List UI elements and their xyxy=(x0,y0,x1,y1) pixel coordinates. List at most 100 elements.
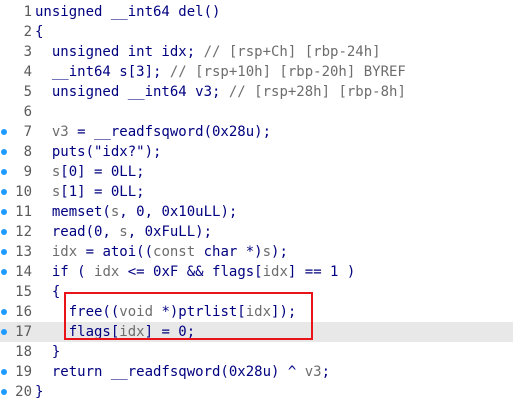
line-number: 4 xyxy=(23,64,32,80)
code-token: { xyxy=(35,24,44,40)
code-text: __int64 s[3]; // [rsp+10h] [rbp-20h] BYR… xyxy=(35,62,406,82)
code-token: ); xyxy=(271,244,288,260)
breakpoint-dot-icon[interactable] xyxy=(1,129,7,135)
code-lines: 1 unsigned __int64 del() 2{3 unsigned int … xyxy=(0,2,513,402)
code-line[interactable]: 20} xyxy=(0,382,513,402)
breakpoint-dot-icon[interactable] xyxy=(1,249,7,255)
identifier-token: v3 xyxy=(304,364,322,380)
code-token: <= 0xF && flags[ xyxy=(119,264,263,280)
code-text: unsigned int idx; // [rsp+Ch] [rbp-24h] xyxy=(35,42,381,62)
code-line[interactable]: 6 xyxy=(0,102,513,122)
code-token: [1] = 0LL; xyxy=(60,184,145,200)
breakpoint-dot-icon[interactable] xyxy=(1,309,7,315)
code-token: char *) xyxy=(195,244,263,260)
identifier-token: idx xyxy=(94,264,120,280)
code-line[interactable]: 19 return __readfsqword(0x28u) ^ v3; xyxy=(0,362,513,382)
breakpoint-dot-icon[interactable] xyxy=(1,389,7,395)
code-text: v3 = __readfsqword(0x28u); xyxy=(35,122,271,142)
code-token: read(0, xyxy=(35,224,120,240)
identifier-token: s xyxy=(119,224,128,240)
code-token: , 0xFuLL); xyxy=(127,224,213,240)
code-line[interactable]: 18 } xyxy=(0,342,513,362)
code-text: { xyxy=(35,282,60,302)
code-line[interactable]: 4 __int64 s[3]; // [rsp+10h] [rbp-20h] B… xyxy=(0,62,513,82)
code-line[interactable]: 1 unsigned __int64 del() xyxy=(0,2,513,22)
code-text: { xyxy=(35,22,43,42)
identifier-token: // [rsp+Ch] [rbp-24h] xyxy=(203,44,381,60)
code-token: , 0, 0x10uLL); xyxy=(119,204,238,220)
code-line[interactable]: 9 s[0] = 0LL; xyxy=(0,162,513,182)
line-number: 10 xyxy=(15,184,32,200)
code-token: if ( xyxy=(35,264,95,280)
code-token: = __readfsqword(0x28u); xyxy=(68,124,272,140)
code-text: puts("idx?"); xyxy=(35,142,162,162)
code-token: { xyxy=(35,284,61,300)
line-number: 20 xyxy=(15,384,32,400)
breakpoint-dot-icon[interactable] xyxy=(1,149,7,155)
breakpoint-dot-icon[interactable] xyxy=(1,229,7,235)
code-token: ; xyxy=(321,364,331,380)
highlight-box xyxy=(64,292,313,340)
line-number: 15 xyxy=(15,284,32,300)
code-token: = atoi(( xyxy=(77,244,154,260)
line-number: 19 xyxy=(15,364,32,380)
code-line[interactable]: 7 v3 = __readfsqword(0x28u); xyxy=(0,122,513,142)
code-line[interactable]: 14 if ( idx <= 0xF && flags[idx] == 1 ) xyxy=(0,262,513,282)
code-text: unsigned __int64 del() xyxy=(35,2,220,22)
identifier-token: const xyxy=(153,244,196,260)
line-number: 5 xyxy=(23,84,32,100)
line-number: 12 xyxy=(15,224,32,240)
identifier-token: v3 xyxy=(51,124,69,140)
code-text: } xyxy=(35,342,60,362)
code-token: __int64 s[3]; xyxy=(35,64,170,80)
code-text: idx = atoi((const char *)s); xyxy=(35,242,288,262)
code-text: s[1] = 0LL; xyxy=(35,182,145,202)
code-text: } xyxy=(35,382,43,402)
identifier-token: // [rsp+10h] [rbp-20h] BYREF xyxy=(169,64,406,80)
code-line[interactable]: 2{ xyxy=(0,22,513,42)
code-text: if ( idx <= 0xF && flags[idx] == 1 ) xyxy=(35,262,356,282)
code-text: unsigned __int64 v3; // [rsp+28h] [rbp-8… xyxy=(35,82,406,102)
line-number: 18 xyxy=(15,344,32,360)
code-text: read(0, s, 0xFuLL); xyxy=(35,222,212,242)
breakpoint-dot-icon[interactable] xyxy=(1,189,7,195)
line-number: 13 xyxy=(15,244,32,260)
code-text: memset(s, 0, 0x10uLL); xyxy=(35,202,237,222)
code-text: s[0] = 0LL; xyxy=(35,162,145,182)
code-line[interactable]: 12 read(0, s, 0xFuLL); xyxy=(0,222,513,242)
code-token: unsigned __int64 v3; xyxy=(35,84,229,100)
line-number: 6 xyxy=(23,104,32,120)
breakpoint-dot-icon[interactable] xyxy=(1,269,7,275)
breakpoint-dot-icon[interactable] xyxy=(1,169,7,175)
code-token: } xyxy=(35,344,61,360)
line-number: 7 xyxy=(23,124,32,140)
identifier-token: s xyxy=(262,244,272,260)
breakpoint-dot-icon[interactable] xyxy=(1,329,7,335)
line-number: 2 xyxy=(23,24,32,40)
code-token: [0] = 0LL; xyxy=(60,164,145,180)
code-line[interactable]: 5 unsigned __int64 v3; // [rsp+28h] [rbp… xyxy=(0,82,513,102)
line-number: 1 xyxy=(23,4,32,20)
line-number: 9 xyxy=(23,164,32,180)
code-token: return __readfsqword(0x28u) ^ xyxy=(35,364,305,380)
code-text: return __readfsqword(0x28u) ^ v3; xyxy=(35,362,330,382)
breakpoint-dot-icon[interactable] xyxy=(1,369,7,375)
code-line[interactable]: 11 memset(s, 0, 0x10uLL); xyxy=(0,202,513,222)
line-number: 14 xyxy=(15,264,32,280)
code-token: ] == 1 ) xyxy=(287,264,356,280)
code-line[interactable]: 3 unsigned int idx; // [rsp+Ch] [rbp-24h… xyxy=(0,42,513,62)
code-token: } xyxy=(35,384,44,400)
breakpoint-dot-icon[interactable] xyxy=(1,209,7,215)
line-number: 11 xyxy=(15,204,32,220)
identifier-token: idx xyxy=(262,264,288,280)
pseudocode-view[interactable]: 1 unsigned __int64 del() 2{3 unsigned int … xyxy=(0,0,513,405)
code-line[interactable]: 10 s[1] = 0LL; xyxy=(0,182,513,202)
code-token: puts("idx?"); xyxy=(35,144,162,160)
line-number: 16 xyxy=(15,304,32,320)
code-line[interactable]: 13 idx = atoi((const char *)s); xyxy=(0,242,513,262)
code-line[interactable]: 8 puts("idx?"); xyxy=(0,142,513,162)
